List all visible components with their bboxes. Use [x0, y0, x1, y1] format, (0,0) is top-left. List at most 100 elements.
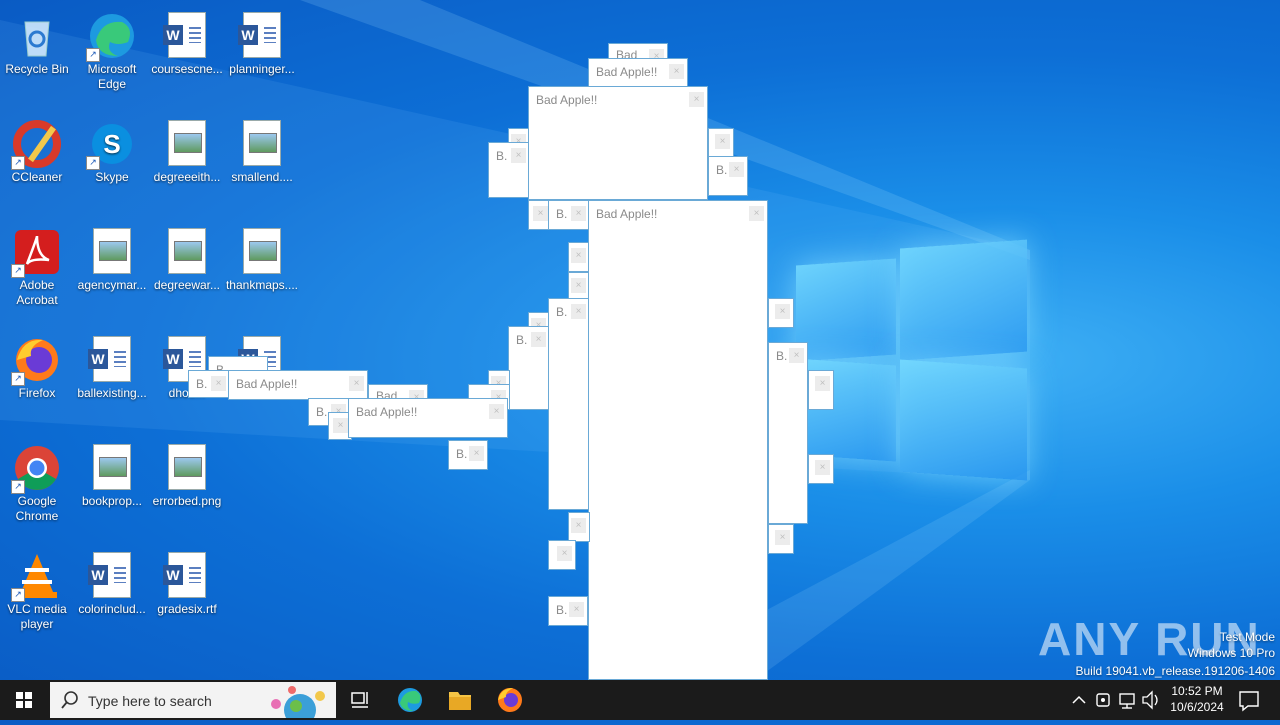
clock[interactable]: 10:52 PM 10/6/2024: [1164, 680, 1230, 720]
desktop-icon-recycle-bin[interactable]: Recycle Bin: [0, 8, 74, 77]
image-file-icon: [163, 120, 211, 168]
popup-window[interactable]: B. ×: [488, 142, 530, 198]
close-icon[interactable]: ×: [689, 92, 704, 107]
close-icon[interactable]: ×: [571, 248, 586, 263]
close-icon[interactable]: ×: [669, 64, 684, 79]
popup-window[interactable]: Bad Apple!! ×: [588, 58, 688, 88]
taskbar-edge-button[interactable]: [386, 680, 434, 720]
network-button[interactable]: [1116, 680, 1138, 720]
popup-window[interactable]: ×: [808, 454, 834, 484]
search-highlight-image-icon: [271, 686, 325, 718]
desktop-icon-vlc[interactable]: ↗ VLC media player: [0, 548, 74, 632]
popup-window[interactable]: ×: [568, 242, 590, 272]
desktop-icon-adobe-acrobat[interactable]: ↗ Adobe Acrobat: [0, 224, 74, 308]
shortcut-arrow-icon: ↗: [11, 480, 25, 494]
shortcut-arrow-icon: ↗: [11, 588, 25, 602]
volume-button[interactable]: [1140, 680, 1162, 720]
close-icon[interactable]: ×: [469, 446, 484, 461]
task-view-icon: [351, 692, 368, 708]
desktop-icon-gradesix[interactable]: gradesix.rtf: [150, 548, 224, 617]
desktop-icon-skype[interactable]: S ↗ Skype: [75, 116, 149, 185]
popup-window[interactable]: B. ×: [768, 342, 808, 524]
image-file-icon: [163, 228, 211, 276]
taskbar-firefox-button[interactable]: [486, 680, 534, 720]
desktop-icon-smallend[interactable]: smallend....: [225, 116, 299, 185]
close-icon[interactable]: ×: [571, 304, 586, 319]
desktop-icon-degreeeith[interactable]: degreeeith...: [150, 116, 224, 185]
popup-window[interactable]: ×: [548, 540, 576, 570]
popup-window-main[interactable]: Bad Apple!! ×: [588, 200, 768, 680]
popup-window[interactable]: ×: [808, 370, 834, 410]
popup-window[interactable]: B. ×: [508, 326, 550, 410]
show-hidden-icons-button[interactable]: [1068, 680, 1090, 720]
desktop-icon-agencymar[interactable]: agencymar...: [75, 224, 149, 293]
close-icon[interactable]: ×: [511, 148, 526, 163]
tray-app-icon[interactable]: [1092, 680, 1114, 720]
popup-window[interactable]: B. ×: [548, 200, 590, 230]
word-doc-icon: [88, 336, 136, 384]
close-icon[interactable]: ×: [531, 332, 546, 347]
edge-icon: [398, 688, 422, 712]
popup-window[interactable]: Bad Apple!! ×: [528, 86, 708, 200]
device-tray-icon: [1096, 693, 1110, 707]
close-icon[interactable]: ×: [815, 460, 830, 475]
start-button[interactable]: [0, 680, 48, 720]
desktop-icon-firefox[interactable]: ↗ Firefox: [0, 332, 74, 401]
desktop-icon-degreewar[interactable]: degreewar...: [150, 224, 224, 293]
close-icon[interactable]: ×: [557, 546, 572, 561]
desktop-icon-planninger[interactable]: planninger...: [225, 8, 299, 77]
close-icon[interactable]: ×: [571, 518, 586, 533]
image-file-icon: [88, 444, 136, 492]
close-icon[interactable]: ×: [333, 418, 348, 433]
desktop-icon-colorinclud[interactable]: colorinclud...: [75, 548, 149, 617]
desktop-icon-bookprop[interactable]: bookprop...: [75, 440, 149, 509]
word-doc-icon: [88, 552, 136, 600]
word-doc-icon: [238, 12, 286, 60]
close-icon[interactable]: ×: [571, 278, 586, 293]
close-icon[interactable]: ×: [815, 376, 830, 391]
desktop-icon-ccleaner[interactable]: ↗ CCleaner: [0, 116, 74, 185]
close-icon[interactable]: ×: [533, 206, 548, 221]
taskbar-file-explorer-button[interactable]: [436, 680, 484, 720]
firefox-icon: [498, 688, 522, 712]
popup-window[interactable]: ×: [768, 298, 794, 328]
close-icon[interactable]: ×: [775, 304, 790, 319]
test-mode-label: Test Mode: [1219, 630, 1275, 644]
popup-window[interactable]: ×: [708, 128, 734, 158]
shortcut-arrow-icon: ↗: [11, 264, 25, 278]
close-icon[interactable]: ×: [211, 376, 226, 391]
close-icon[interactable]: ×: [715, 134, 730, 149]
popup-window[interactable]: Bad Apple!! ×: [228, 370, 368, 400]
edge-icon: ↗: [86, 12, 136, 62]
popup-window[interactable]: B. ×: [548, 596, 588, 626]
popup-window[interactable]: ×: [568, 512, 590, 542]
close-icon[interactable]: ×: [729, 162, 744, 177]
task-view-button[interactable]: [336, 680, 384, 720]
close-icon[interactable]: ×: [489, 404, 504, 419]
desktop-icon-thankmaps[interactable]: thankmaps....: [225, 224, 299, 293]
desktop-icon-coursescne[interactable]: coursescne...: [150, 8, 224, 77]
popup-window[interactable]: B. ×: [548, 298, 590, 510]
close-icon[interactable]: ×: [789, 348, 804, 363]
popup-window[interactable]: ×: [768, 524, 794, 554]
taskbar-search-box[interactable]: Type here to search: [50, 682, 336, 718]
desktop-icon-google-chrome[interactable]: ↗ Google Chrome: [0, 440, 74, 524]
firefox-icon: ↗: [11, 336, 61, 386]
notification-icon: [1239, 691, 1259, 712]
taskbar: Type here to search 10:52 PM 10/6/2024: [0, 680, 1280, 720]
popup-window[interactable]: B. ×: [448, 440, 488, 470]
popup-window[interactable]: B. ×: [708, 156, 748, 196]
close-icon[interactable]: ×: [571, 206, 586, 221]
desktop-icon-microsoft-edge[interactable]: ↗ Microsoft Edge: [75, 8, 149, 92]
desktop-icon-errorbed[interactable]: errorbed.png: [150, 440, 224, 509]
close-icon[interactable]: ×: [775, 530, 790, 545]
close-icon[interactable]: ×: [569, 602, 584, 617]
action-center-button[interactable]: [1234, 680, 1264, 720]
close-icon[interactable]: ×: [749, 206, 764, 221]
popup-window[interactable]: Bad Apple!! ×: [348, 398, 508, 438]
close-icon[interactable]: ×: [349, 376, 364, 391]
popup-window[interactable]: ×: [568, 272, 590, 300]
desktop-icon-ballexisting[interactable]: ballexisting...: [75, 332, 149, 401]
recycle-bin-icon: [13, 12, 61, 60]
popup-window[interactable]: B. ×: [188, 370, 230, 398]
